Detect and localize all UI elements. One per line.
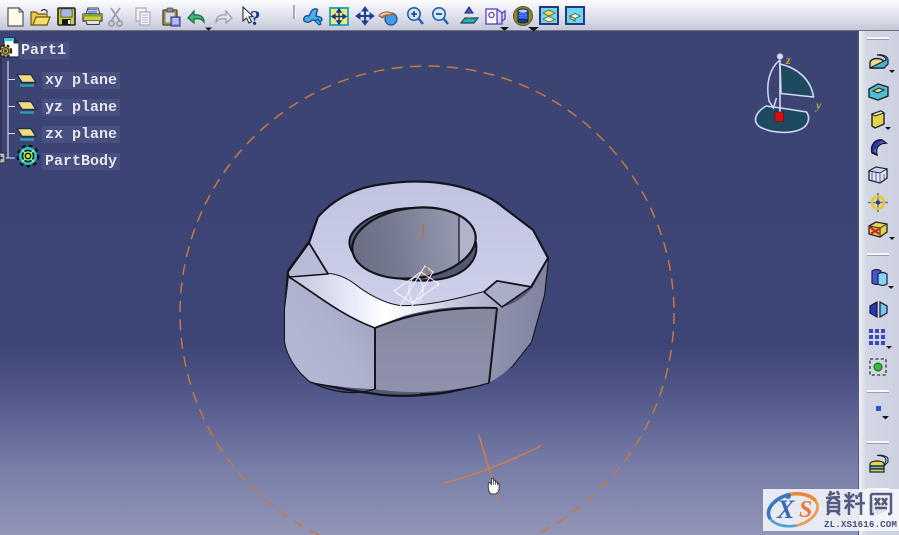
svg-text:ZL.XS1616.COM: ZL.XS1616.COM — [824, 519, 897, 530]
svg-text:z: z — [785, 53, 791, 67]
svg-text:?: ? — [250, 6, 261, 30]
svg-text:X: X — [776, 495, 795, 524]
svg-text:S: S — [799, 497, 812, 523]
svg-text:y: y — [814, 98, 822, 112]
